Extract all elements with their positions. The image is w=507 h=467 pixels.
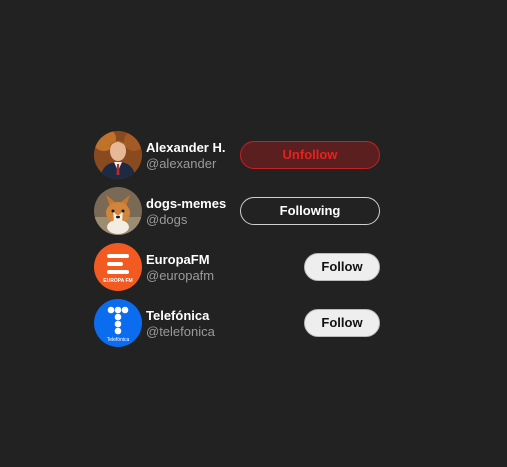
account-handle: @telefonica <box>146 324 215 339</box>
account-handle: @europafm <box>146 268 215 283</box>
unfollow-button[interactable]: Unfollow <box>240 141 380 169</box>
follow-suggestions-list: Alexander H. @alexander Unfollow dogs-me… <box>94 131 380 355</box>
account-info: EuropaFM @europafm <box>146 252 286 284</box>
corgi-dog-avatar-icon <box>94 187 142 235</box>
list-item: Telefónica Telefónica @telefonica Follow <box>94 299 380 347</box>
avatar[interactable] <box>94 131 142 179</box>
svg-text:Telefónica: Telefónica <box>107 337 130 343</box>
europafm-logo-avatar-icon: EUROPA FM <box>94 243 142 291</box>
account-name[interactable]: EuropaFM <box>146 252 286 268</box>
svg-text:EUROPA FM: EUROPA FM <box>103 278 132 284</box>
avatar[interactable] <box>94 187 142 235</box>
telefonica-logo-avatar-icon: Telefónica <box>94 299 142 347</box>
list-item: EUROPA FM EuropaFM @europafm Follow <box>94 243 380 291</box>
follow-button[interactable]: Follow <box>304 253 380 281</box>
account-name[interactable]: Telefónica <box>146 308 286 324</box>
person-portrait-avatar-icon <box>94 131 142 179</box>
follow-button[interactable]: Follow <box>304 309 380 337</box>
list-item: Alexander H. @alexander Unfollow <box>94 131 380 179</box>
account-info: Telefónica @telefonica <box>146 308 286 340</box>
following-button[interactable]: Following <box>240 197 380 225</box>
list-item: dogs-memes @dogs Following <box>94 187 380 235</box>
avatar[interactable]: Telefónica <box>94 299 142 347</box>
avatar[interactable]: EUROPA FM <box>94 243 142 291</box>
